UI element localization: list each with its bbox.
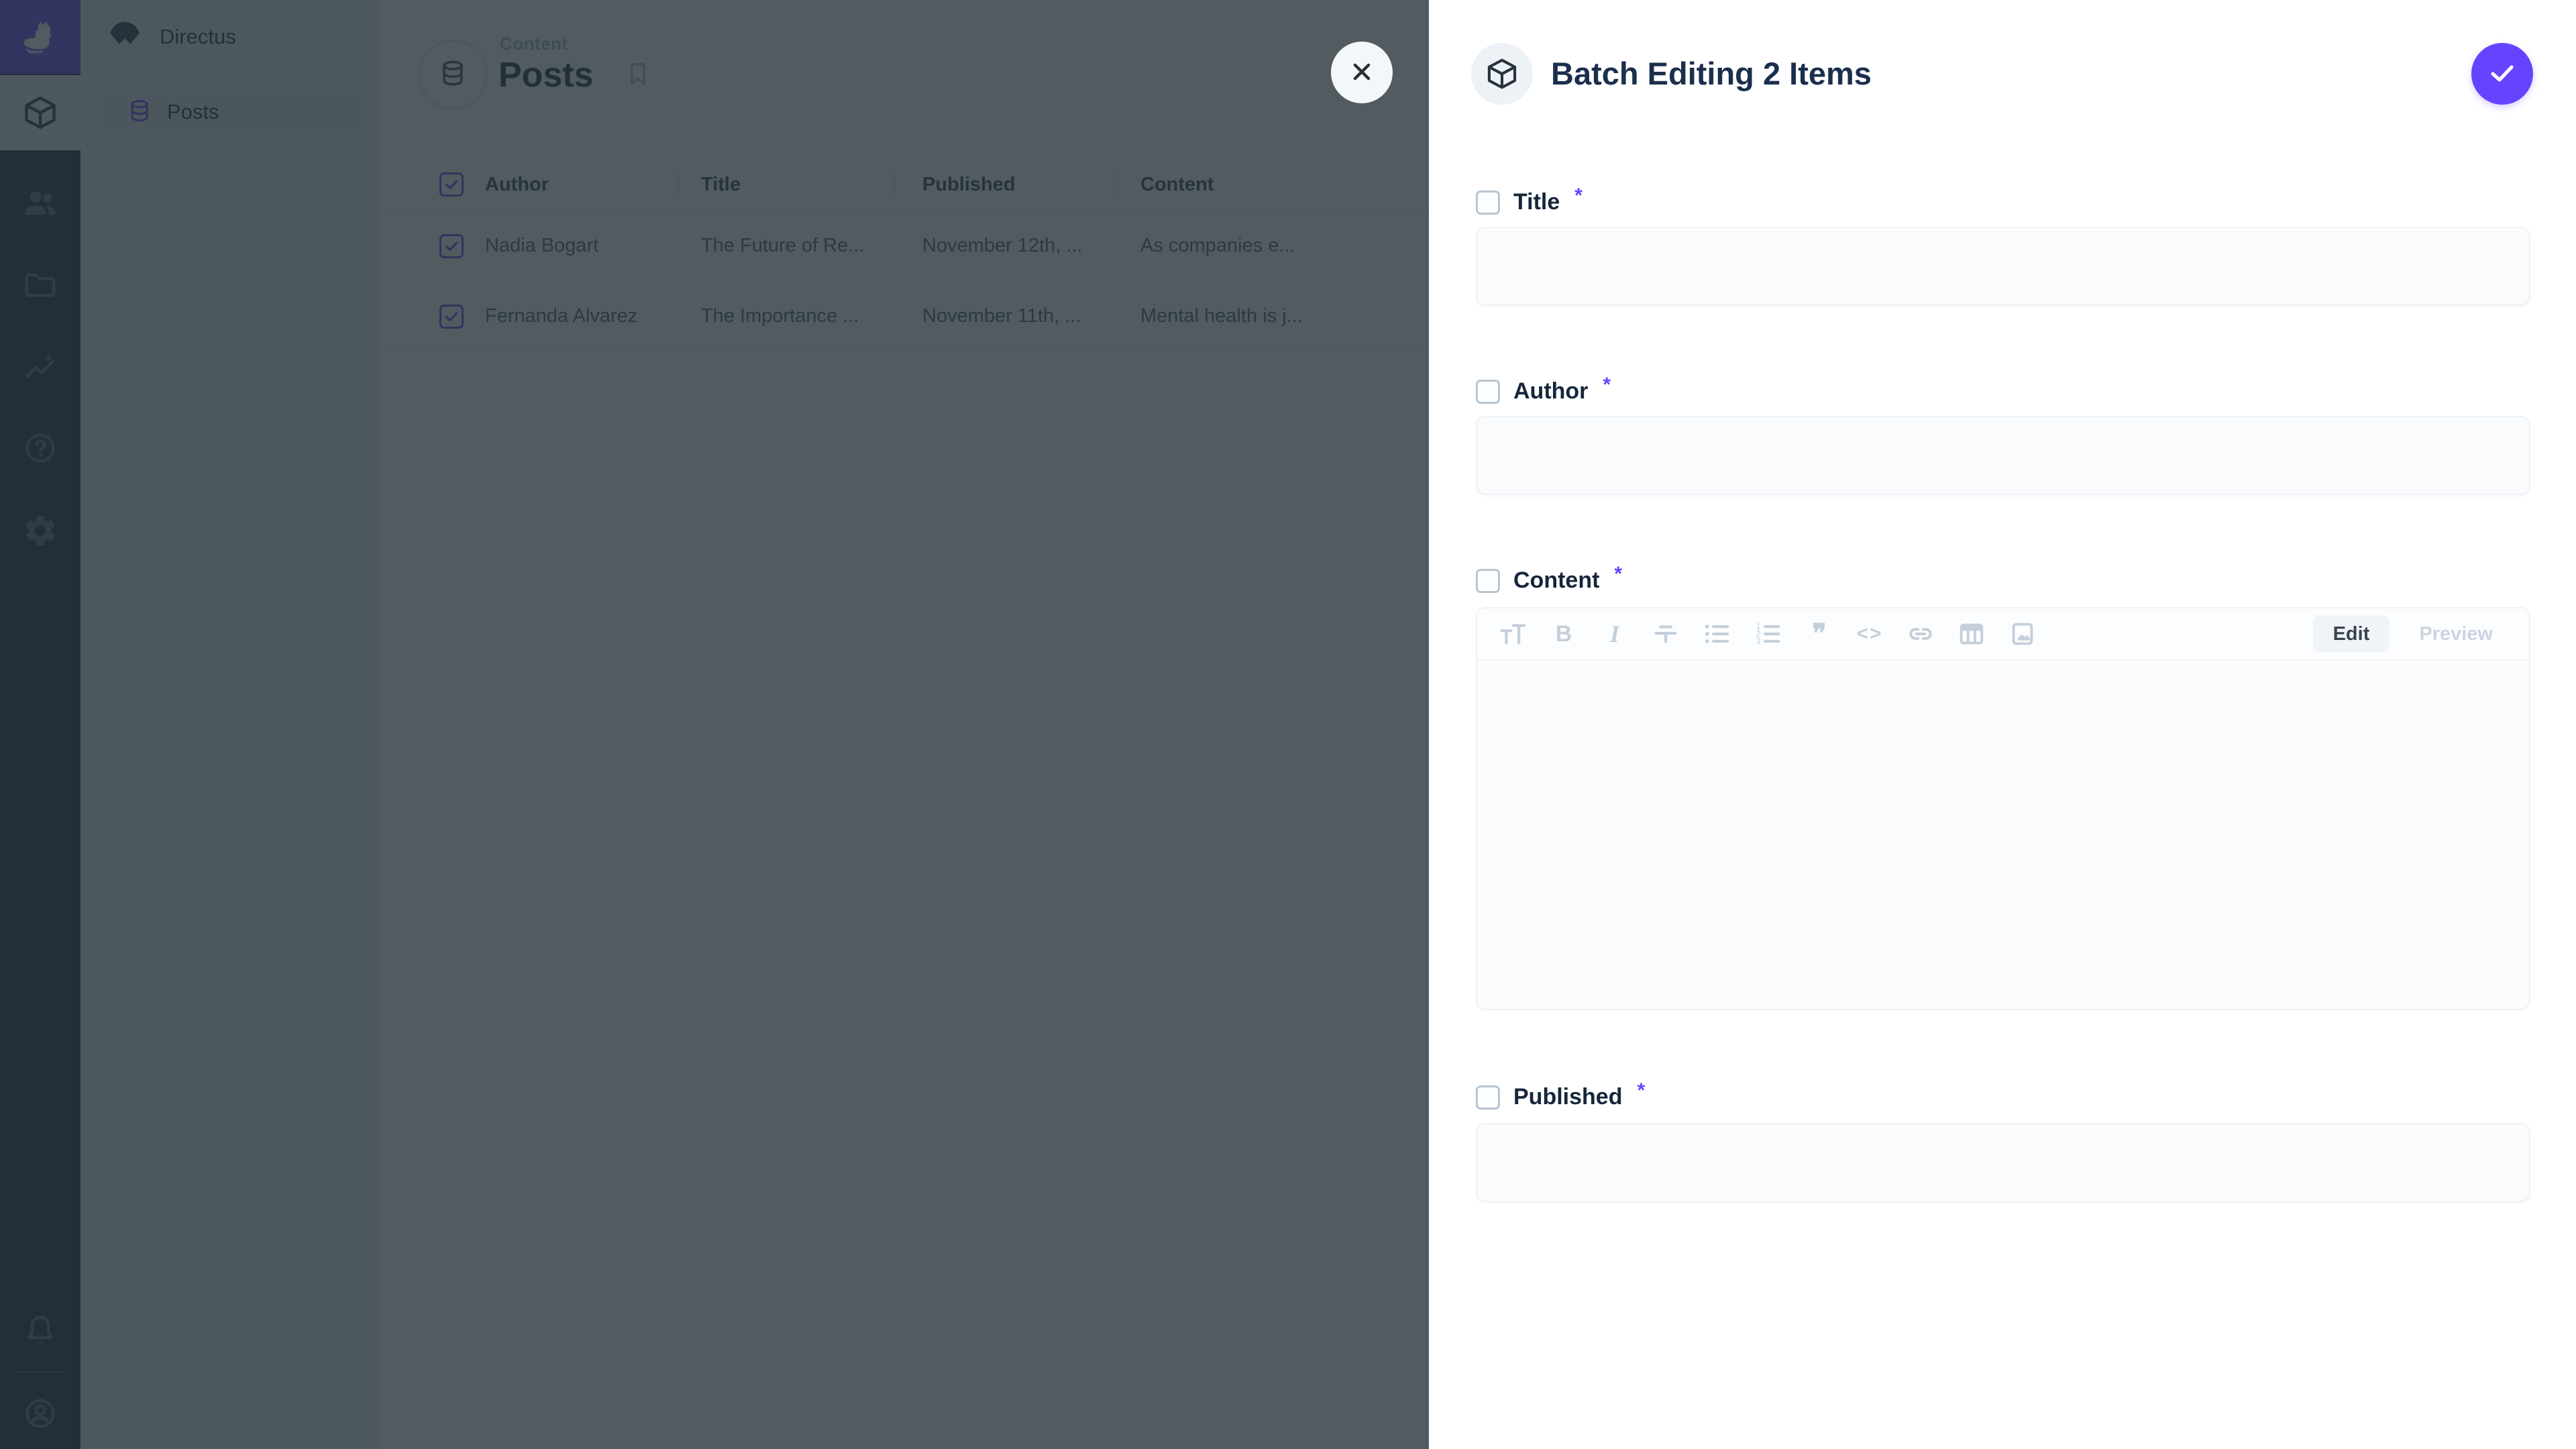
field-label: Author	[1513, 378, 1588, 405]
drawer-title: Batch Editing 2 Items	[1551, 55, 1872, 92]
published-input[interactable]	[1476, 1123, 2530, 1202]
field-content-label-row: Content *	[1476, 568, 1622, 594]
markdown-editor: B I	[1476, 607, 2530, 1010]
link-button[interactable]	[1904, 617, 1937, 651]
close-icon	[1347, 57, 1377, 89]
title-input[interactable]	[1476, 227, 2530, 306]
table-button[interactable]	[1955, 617, 1988, 651]
image-button[interactable]	[2006, 617, 2039, 651]
preview-mode-button[interactable]: Preview	[2399, 616, 2513, 652]
field-label: Published	[1513, 1084, 1622, 1110]
field-published-label-row: Published *	[1476, 1084, 1645, 1110]
bulleted-list-button[interactable]	[1700, 617, 1733, 651]
field-label: Content	[1513, 568, 1599, 594]
field-author-label-row: Author *	[1476, 378, 1611, 405]
format-size-button[interactable]	[1496, 617, 1529, 651]
batch-edit-drawer: Batch Editing 2 Items Title * Author * C…	[1429, 0, 2576, 1449]
italic-button[interactable]: I	[1598, 617, 1631, 651]
field-label: Title	[1513, 189, 1560, 215]
required-mark: *	[1603, 374, 1611, 396]
editor-mode-toggle: Edit Preview	[2313, 616, 2513, 652]
field-content-checkbox[interactable]	[1476, 569, 1500, 593]
field-title-checkbox[interactable]	[1476, 191, 1500, 215]
author-input[interactable]	[1476, 416, 2530, 495]
cube-icon	[1471, 43, 1533, 105]
numbered-list-button[interactable]: 1 2 3	[1751, 617, 1784, 651]
field-author-checkbox[interactable]	[1476, 380, 1500, 404]
bold-button[interactable]: B	[1547, 617, 1580, 651]
check-icon	[2486, 57, 2518, 91]
markdown-editor-body[interactable]	[1477, 661, 2529, 1010]
save-button[interactable]	[2471, 43, 2533, 105]
strikethrough-button[interactable]	[1649, 617, 1682, 651]
required-mark: *	[1637, 1079, 1645, 1102]
blockquote-button[interactable]: ❞	[1802, 617, 1835, 651]
field-title-label-row: Title *	[1476, 189, 1582, 215]
field-published-checkbox[interactable]	[1476, 1085, 1500, 1110]
required-mark: *	[1614, 563, 1622, 586]
code-button[interactable]: <>	[1853, 617, 1886, 651]
close-button[interactable]	[1331, 42, 1393, 103]
svg-text:3: 3	[1756, 637, 1761, 646]
edit-mode-button[interactable]: Edit	[2313, 616, 2390, 652]
editor-toolbar: B I	[1477, 608, 2529, 661]
required-mark: *	[1574, 184, 1582, 207]
